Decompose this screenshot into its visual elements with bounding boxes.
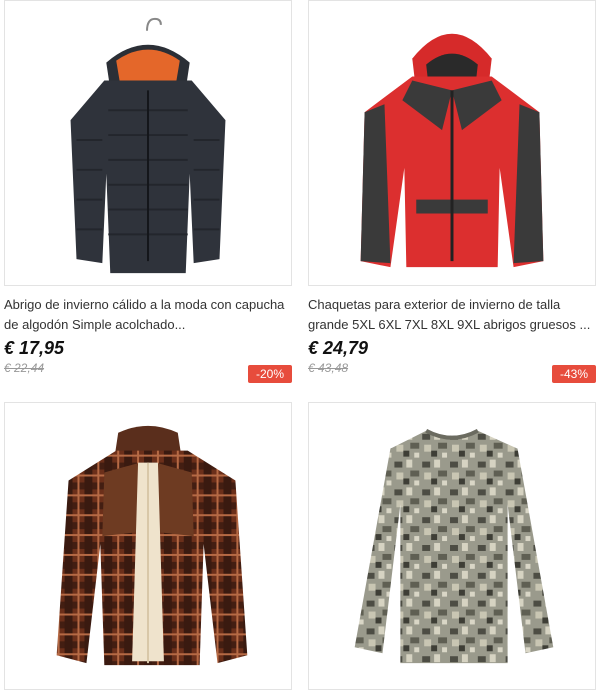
product-image[interactable] <box>308 402 596 690</box>
product-image[interactable] <box>4 402 292 690</box>
red-hooded-jacket-image <box>360 33 544 268</box>
product-title[interactable]: Chaquetas para exterior de invierno de t… <box>308 295 596 335</box>
product-card[interactable]: Abrigo de invierno cálido a la moda con … <box>4 0 292 383</box>
product-card[interactable]: Chaquetas para exterior de invierno de t… <box>308 0 596 383</box>
product-title[interactable]: Abrigo de invierno cálido a la moda con … <box>4 295 292 335</box>
discount-badge: -20% <box>247 365 292 383</box>
price-row: € 24,79 € 43,48 -43% <box>308 337 596 383</box>
product-price: € 17,95 <box>4 338 65 358</box>
black-puffer-jacket-image <box>70 17 226 274</box>
product-card[interactable] <box>308 402 596 690</box>
camo-longsleeve-shirt-image <box>354 429 554 664</box>
product-image[interactable] <box>4 0 292 286</box>
plaid-fleece-jacket-image <box>56 425 248 666</box>
product-card[interactable] <box>4 402 292 690</box>
product-price: € 24,79 <box>308 338 369 358</box>
price-row: € 17,95 € 22,44 -20% <box>4 337 292 383</box>
discount-badge: -43% <box>551 365 596 383</box>
product-image[interactable] <box>308 0 596 286</box>
